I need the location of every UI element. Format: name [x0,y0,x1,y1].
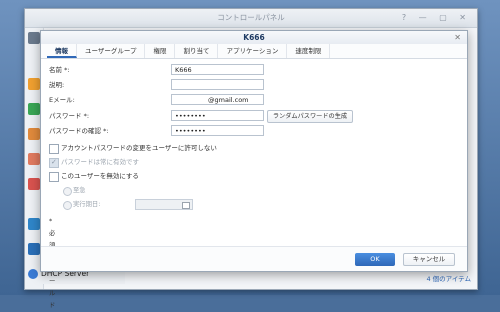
description-field[interactable] [171,79,264,90]
disallow-password-change-checkbox[interactable] [49,144,59,154]
email-label: Eメール: [49,96,75,104]
network-icon[interactable] [28,218,40,230]
disallow-password-change-label: アカウントパスワードの変更をユーザーに許可しない [61,144,217,152]
expiry-date-label: 実行期日: [73,201,101,208]
immediately-radio[interactable] [63,187,72,196]
tab-permissions[interactable]: 権限 [145,44,176,58]
expiry-date-radio[interactable] [63,201,72,210]
domain-icon[interactable] [28,178,40,190]
group-icon[interactable] [28,153,40,165]
home-icon[interactable] [28,32,40,44]
name-field[interactable]: K666 [171,64,264,75]
dialog-footer: OK キャンセル [41,246,467,271]
email-field[interactable]: @gmail.com [171,94,264,105]
dialog-title: K666 [243,33,265,42]
tab-applications[interactable]: アプリケーション [218,44,288,58]
window-title: コントロールパネル [217,13,285,22]
disable-user-label: このユーザーを無効にする [61,172,139,180]
file-services-icon[interactable] [28,103,40,115]
password-always-valid-label: パスワードは常に有効です [61,158,139,166]
password-label: パスワード *: [49,112,90,120]
close-icon[interactable]: ✕ [454,31,461,44]
tab-info[interactable]: 情報 [47,44,77,58]
password-field[interactable]: •••••••• [171,110,264,121]
item-count: 4 個のアイテム [426,275,471,283]
confirm-password-field[interactable]: •••••••• [171,125,264,136]
edit-user-dialog: K666 ✕ 情報 ユーザーグループ 権限 割り当て アプリケーション 速度制限… [40,30,468,309]
immediately-label: 至急 [73,187,86,194]
dialog-titlebar: K666 ✕ [41,31,467,44]
dialog-tabs: 情報 ユーザーグループ 権限 割り当て アプリケーション 速度制限 [41,44,467,59]
dhcp-icon [28,269,38,279]
email-value: @gmail.com [208,96,249,104]
user-icon[interactable] [28,128,40,140]
folder-icon[interactable] [28,78,40,90]
calendar-icon[interactable] [182,202,190,209]
tab-speed-limit[interactable]: 速度制限 [287,44,331,58]
cancel-button[interactable]: キャンセル [403,253,455,266]
window-controls[interactable]: ? — ▢ ✕ [402,9,471,27]
tab-user-group[interactable]: ユーザーグループ [77,44,146,58]
description-label: 説明: [49,81,65,89]
name-label: 名前 *: [49,66,70,74]
confirm-password-label: パスワードの確認 *: [49,127,109,135]
generate-random-password-button[interactable]: ランダムパスワードの生成 [267,110,353,123]
disable-user-checkbox[interactable] [49,172,59,182]
window-titlebar: コントロールパネル ? — ▢ ✕ [25,9,477,28]
tab-quota[interactable]: 割り当て [175,44,219,58]
ok-button[interactable]: OK [355,253,395,266]
expiry-date-field[interactable] [135,199,193,210]
globe-icon[interactable] [28,243,40,255]
password-always-valid-checkbox[interactable] [49,156,59,168]
